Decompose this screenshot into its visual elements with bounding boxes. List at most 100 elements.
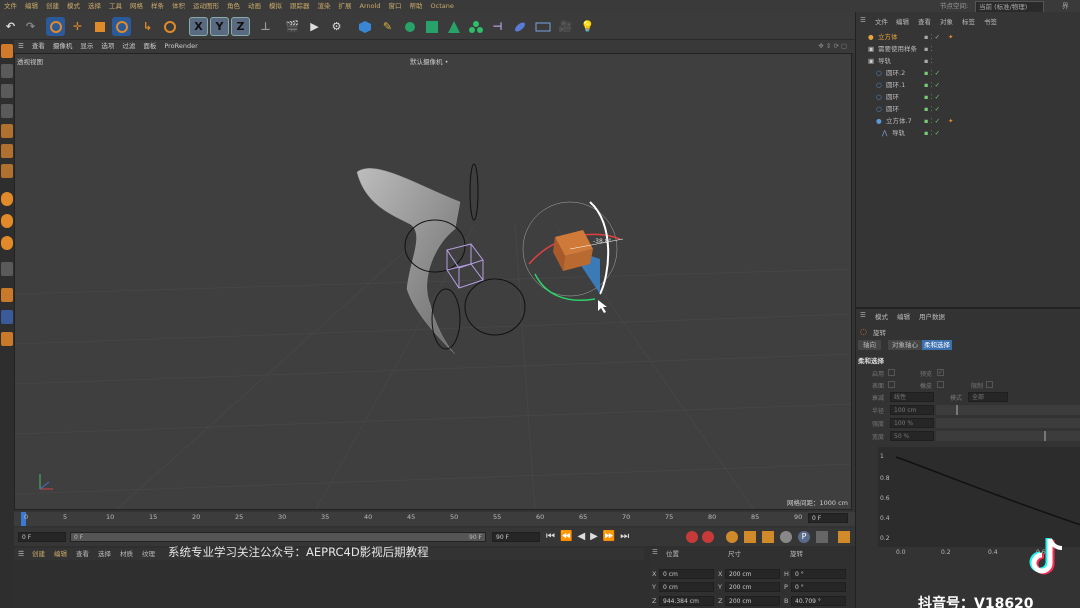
strength-field[interactable]: 100 % (890, 418, 934, 428)
move-icon[interactable]: ✛ (68, 17, 87, 36)
object-row[interactable]: ▣ 导轨 ▪ ⁚ (856, 55, 1080, 67)
make-editable-icon[interactable] (1, 44, 13, 58)
viewport-menu-prorender[interactable]: ProRender (160, 40, 201, 53)
frame-range-slider[interactable]: 0 F 90 F (70, 532, 486, 542)
viewport-menu-icon[interactable]: ☰ (14, 40, 28, 53)
key-pla-icon[interactable] (816, 531, 828, 543)
start-frame-field[interactable]: 0 F (18, 532, 66, 542)
material-menu-select[interactable]: 选择 (98, 548, 111, 560)
object-row[interactable]: ▣ 需要使用样条 ▪ ⁚ (856, 43, 1080, 55)
width-field[interactable]: 50 % (890, 431, 934, 441)
menu-arnold[interactable]: Arnold (356, 0, 385, 12)
falloff-graph[interactable]: 1 0.8 0.6 0.4 0.2 (878, 447, 1080, 547)
menu-animate[interactable]: 动画 (244, 0, 265, 12)
rotation-p-field[interactable]: 0 ° (791, 582, 846, 592)
rotation-h-field[interactable]: 0 ° (791, 569, 846, 579)
object-row[interactable]: ○ 圆环.1 ▪ ⁚ ✓ (856, 79, 1080, 91)
model-mode-icon[interactable] (1, 64, 13, 78)
menu-spline[interactable]: 样条 (147, 0, 168, 12)
edges-mode-icon[interactable] (1, 144, 13, 158)
visibility-icons[interactable]: ▪ ⁚ (924, 43, 933, 55)
om-menu-file[interactable]: 文件 (875, 16, 888, 26)
radius-slider[interactable] (936, 405, 1080, 415)
tag-icon[interactable]: ✦ (948, 115, 953, 127)
preview-checkbox[interactable]: ✓ (937, 369, 944, 376)
viewport-menu-cameras[interactable]: 摄像机 (49, 40, 77, 53)
rotation-b-field[interactable]: 40.709 ° (791, 596, 846, 606)
menu-render[interactable]: 渲染 (314, 0, 335, 12)
pen-spline-icon[interactable]: ✎ (378, 17, 397, 36)
timeline-ruler[interactable]: 0 5 10 15 20 25 30 35 40 45 50 55 60 65 … (14, 510, 855, 528)
rotate-tool-icon[interactable] (160, 17, 179, 36)
om-menu-objects[interactable]: 对象 (940, 16, 953, 26)
live-select-icon[interactable] (46, 17, 65, 36)
object-row[interactable]: ● 立方体 ▪ ⁚ ✓ ✦ (856, 31, 1080, 43)
size-x-field[interactable]: 200 cm (725, 569, 780, 579)
redo-icon[interactable]: ↷ (21, 17, 40, 36)
menu-window[interactable]: 窗口 (385, 0, 406, 12)
object-row[interactable]: ○ 圆环 ▪ ⁚ ✓ (856, 103, 1080, 115)
workplane-icon[interactable] (1, 104, 13, 118)
viewport-menu-filter[interactable]: 过滤 (118, 40, 139, 53)
width-slider[interactable] (936, 431, 1080, 441)
points-mode-icon[interactable] (1, 124, 13, 138)
visibility-icons[interactable]: ▪ ⁚ ✓ (924, 103, 940, 115)
visibility-icons[interactable]: ▪ ⁚ ✓ (924, 127, 940, 139)
mode-select[interactable]: 全部 (968, 392, 1008, 402)
attr-menu-userdata[interactable]: 用户数据 (919, 311, 945, 321)
visibility-icons[interactable]: ▪ ⁚ ✓ (924, 79, 940, 91)
enable-checkbox[interactable] (888, 369, 895, 376)
size-y-field[interactable]: 200 cm (725, 582, 780, 592)
key-scale-icon[interactable] (762, 531, 774, 543)
axis-z-button[interactable]: Z (231, 17, 250, 36)
grid-icon[interactable] (1, 310, 13, 324)
object-row[interactable]: ⋀ 导轨 ▪ ⁚ ✓ (856, 127, 1080, 139)
om-menu-edit[interactable]: 编辑 (896, 16, 909, 26)
current-frame-field[interactable]: 0 F (808, 513, 848, 523)
rubber-checkbox[interactable] (937, 381, 944, 388)
viewport-menu-options[interactable]: 选项 (97, 40, 118, 53)
menu-extensions[interactable]: 扩展 (335, 0, 356, 12)
viewport-menu-panel[interactable]: 面板 (139, 40, 160, 53)
viewport-camera-label[interactable]: 默认摄像机 • (410, 56, 448, 66)
mograph-cloner-icon[interactable] (466, 17, 485, 36)
coord-menu-icon[interactable]: ☰ (652, 548, 658, 556)
menu-octane[interactable]: Octane (427, 0, 458, 12)
attr-menu-mode[interactable]: 模式 (875, 311, 888, 321)
key-param-icon[interactable]: P (798, 531, 810, 543)
key-position-icon[interactable] (744, 531, 756, 543)
radius-field[interactable]: 100 cm (890, 405, 934, 415)
polygons-mode-icon[interactable] (1, 164, 13, 178)
tab-axis[interactable]: 轴向 (858, 340, 881, 350)
keyframe-selection-icon[interactable] (726, 531, 738, 543)
end-frame-field[interactable]: 90 F (492, 532, 540, 542)
floor-icon[interactable] (533, 17, 552, 36)
viewport-menu-view[interactable]: 查看 (28, 40, 49, 53)
menu-volume[interactable]: 体积 (168, 0, 189, 12)
menu-mesh[interactable]: 网格 (126, 0, 147, 12)
lock-icon[interactable] (1, 332, 13, 346)
material-menu-edit[interactable]: 编辑 (54, 548, 67, 560)
menu-edit[interactable]: 编辑 (21, 0, 42, 12)
object-row[interactable]: ○ 圆环 ▪ ⁚ ✓ (856, 91, 1080, 103)
menu-create[interactable]: 创建 (42, 0, 63, 12)
array-icon[interactable] (422, 17, 441, 36)
render-picture-viewer-icon[interactable]: ▶ (305, 17, 324, 36)
render-settings-icon[interactable]: ⚙ (327, 17, 346, 36)
object-row[interactable]: ● 立方体.7 ▪ ⁚ ✓ ✦ (856, 115, 1080, 127)
texture-mode-icon[interactable] (1, 84, 13, 98)
strength-slider[interactable] (936, 418, 1080, 428)
size-z-field[interactable]: 200 cm (725, 596, 780, 606)
menu-mode[interactable]: 模式 (63, 0, 84, 12)
visibility-icons[interactable]: ▪ ⁚ ✓ (924, 115, 940, 127)
menu-simulate[interactable]: 模拟 (265, 0, 286, 12)
position-y-field[interactable]: 0 cm (659, 582, 714, 592)
visibility-icons[interactable]: ▪ ⁚ (924, 55, 933, 67)
coordinate-system-icon[interactable]: ⊥ (256, 17, 275, 36)
magnet-icon[interactable] (1, 262, 13, 276)
material-menu-icon[interactable]: ☰ (18, 548, 24, 560)
light-icon[interactable]: 💡 (578, 17, 597, 36)
tab-object-axis[interactable]: 对象轴心 (888, 340, 922, 350)
menu-help[interactable]: 帮助 (406, 0, 427, 12)
material-menu-texture[interactable]: 纹理 (142, 548, 155, 560)
